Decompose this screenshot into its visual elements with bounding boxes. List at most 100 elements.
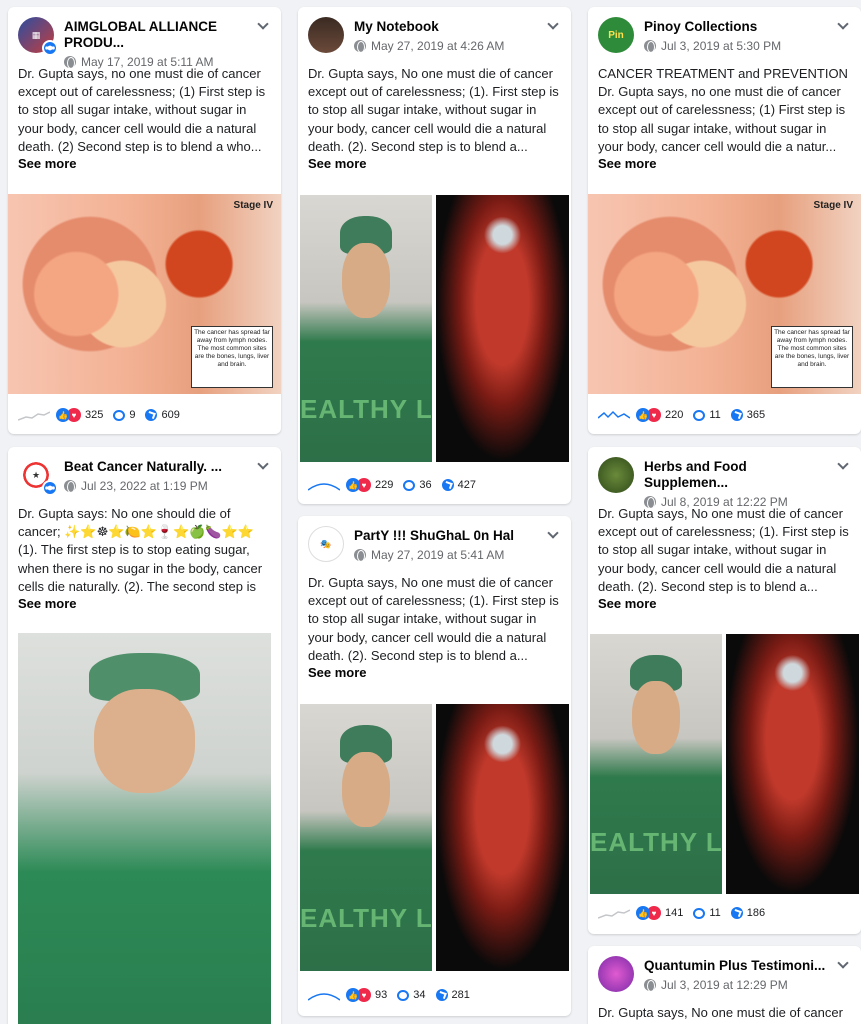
sparkline-icon [598,410,630,419]
like-icon: 👍 [636,906,650,920]
post-text: Dr. Gupta says, No one must die of cance… [308,575,559,663]
chevron-down-icon[interactable] [837,21,849,29]
see-more-link[interactable]: See more [8,155,281,173]
post-date[interactable]: May 27, 2019 at 5:41 AM [354,547,514,563]
post-image[interactable]: EALTHY L [298,704,571,971]
reaction-icons: 👍 ♥ [636,408,661,422]
page-avatar[interactable] [598,956,634,992]
post-date[interactable]: Jul 3, 2019 at 12:29 PM [644,977,825,993]
comment-count[interactable]: 34 [413,989,425,1001]
share-count[interactable]: 365 [747,409,765,421]
sparkline-icon [308,483,340,491]
post-image[interactable]: EALTHY L [588,634,861,894]
comment-icon [397,989,410,1001]
share-icon [730,409,743,421]
page-name[interactable]: Herbs and Food Supplemen... [644,457,831,491]
share-count[interactable]: 427 [458,479,476,491]
reaction-count[interactable]: 325 [85,409,103,421]
post-image[interactable]: EALTHY L [298,195,571,462]
page-avatar[interactable]: ▦ [18,17,58,56]
post-text: Dr. Gupta says, No one must die of cance… [598,1005,843,1020]
comment-count[interactable]: 11 [709,409,720,421]
post-card: 🎭 PartY !!! ShuGhaL 0n Hal May 27, 2019 … [298,516,571,1016]
engagement-stats: 👍 ♥ 325 9 609 [18,405,271,425]
see-more-link[interactable]: See more [588,595,861,613]
page-name[interactable]: My Notebook [354,17,504,35]
page-name[interactable]: PartY !!! ShuGhaL 0n Hal [354,526,514,544]
share-icon [441,479,454,491]
reaction-icons: 👍 ♥ [56,408,81,422]
post-date[interactable]: Jul 3, 2019 at 5:30 PM [644,38,781,54]
page-name[interactable]: Beat Cancer Naturally. ... [64,457,222,475]
engagement-stats: 👍 ♥ 220 11 365 [598,405,851,425]
chevron-down-icon[interactable] [837,461,849,469]
chevron-down-icon[interactable] [547,530,559,538]
page-name[interactable]: Quantumin Plus Testimoni... [644,956,825,974]
comment-icon [693,409,706,421]
reaction-icons: 👍 ♥ [636,906,661,920]
page-avatar[interactable] [308,17,344,53]
share-count[interactable]: 281 [452,989,470,1001]
chevron-down-icon[interactable] [837,960,849,968]
post-text: Dr. Gupta says, No one must die of cance… [308,66,559,154]
share-icon [435,989,448,1001]
post-card: ★ Beat Cancer Naturally. ... Jul 23, 202… [8,447,281,1024]
sparkline-icon [308,993,340,1001]
globe-icon [64,56,76,69]
share-count[interactable]: 186 [747,907,765,919]
globe-icon [644,979,656,992]
like-icon: 👍 [636,408,650,422]
share-icon [730,907,743,919]
page-avatar[interactable]: ★ [18,457,58,496]
chevron-down-icon[interactable] [547,21,559,29]
page-name[interactable]: AIMGLOBAL ALLIANCE PRODU... [64,17,251,51]
globe-icon [354,40,366,53]
see-more-link[interactable]: See more [298,664,571,682]
see-more-link[interactable]: See more [298,155,571,173]
comment-icon [693,907,706,919]
see-more-link[interactable]: See more [588,155,861,173]
post-image[interactable]: Stage IV The cancer has spread far away … [8,194,281,394]
reaction-count[interactable]: 141 [665,907,683,919]
post-card: Herbs and Food Supplemen... Jul 8, 2019 … [588,447,861,934]
post-date[interactable]: Jul 23, 2022 at 1:19 PM [64,478,222,494]
share-icon [145,409,158,421]
engagement-stats: 👍 ♥ 229 36 427 [308,475,561,495]
reaction-count[interactable]: 229 [375,479,393,491]
post-date[interactable]: May 17, 2019 at 5:11 AM [64,54,251,70]
comment-icon [403,479,416,491]
globe-icon [354,549,366,562]
comment-count[interactable]: 11 [709,907,720,919]
reaction-count[interactable]: 93 [375,989,387,1001]
post-text: CANCER TREATMENT and PREVENTION Dr. Gupt… [598,66,848,154]
page-avatar[interactable] [598,457,634,493]
see-more-link[interactable]: See more [8,595,281,613]
comment-icon [113,409,126,421]
post-date[interactable]: May 27, 2019 at 4:26 AM [354,38,504,54]
like-icon: 👍 [346,478,360,492]
like-icon: 👍 [346,988,360,1002]
post-image[interactable] [18,633,271,1024]
page-avatar[interactable]: Pin [598,17,634,53]
reaction-count[interactable]: 220 [665,409,683,421]
page-avatar[interactable]: 🎭 [308,526,344,562]
like-icon: 👍 [56,408,70,422]
chevron-down-icon[interactable] [257,461,269,469]
page-name[interactable]: Pinoy Collections [644,17,781,35]
reaction-icons: 👍 ♥ [346,478,371,492]
engagement-stats: 👍 ♥ 93 34 281 [308,985,561,1005]
post-text: Dr. Gupta says, no one must die of cance… [18,66,266,154]
share-count[interactable]: 609 [161,409,179,421]
post-text: Dr. Gupta says, No one must die of cance… [598,506,849,594]
comment-count[interactable]: 9 [129,409,135,421]
sparkline-icon [18,411,50,421]
post-card: Pin Pinoy Collections Jul 3, 2019 at 5:3… [588,7,861,434]
comment-count[interactable]: 36 [419,479,431,491]
globe-icon [64,480,76,493]
engagement-stats: 👍 ♥ 141 11 186 [598,903,851,923]
post-date[interactable]: Jul 8, 2019 at 12:22 PM [644,494,831,510]
post-card: Quantumin Plus Testimoni... Jul 3, 2019 … [588,946,861,1024]
post-image[interactable]: Stage IV The cancer has spread far away … [588,194,861,394]
chevron-down-icon[interactable] [257,21,269,29]
reaction-icons: 👍 ♥ [346,988,371,1002]
